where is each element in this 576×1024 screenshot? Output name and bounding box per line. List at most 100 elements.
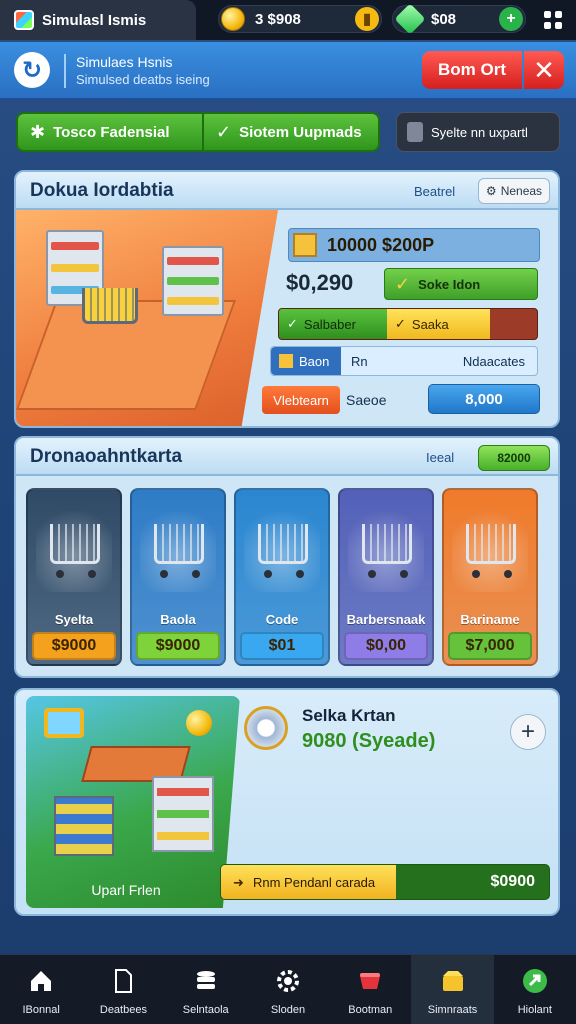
products-panel-header: Dronaoahntkarta Ieeal 82000	[16, 438, 558, 476]
products-badge[interactable]: 82000	[478, 445, 550, 471]
upgrade-panel: Uparl Frlen Selka Krtan 9080 (Syeade) + …	[14, 688, 560, 916]
filter-button[interactable]: ⚙ Neneas	[478, 178, 550, 204]
puzzle-icon: ✱	[30, 121, 46, 142]
sell-check-icon: ✓	[395, 273, 411, 294]
products-panel: Dronaoahntkarta Ieeal 82000 Syelta $9000…	[14, 436, 560, 678]
product-name: Code	[265, 612, 299, 627]
nav-home[interactable]: IBonnal	[0, 955, 82, 1024]
fadensial-button[interactable]: ✱ Tosco Fadensial	[18, 114, 202, 150]
nav-upgrade[interactable]: Hiolant	[494, 955, 576, 1024]
stats-right: Ndaacates	[462, 354, 525, 369]
uupmads-button[interactable]: ✓ Siotem Uupmads	[202, 114, 378, 150]
gem-value: $08	[431, 10, 457, 28]
nav-label: Sloden	[270, 1004, 306, 1016]
products-panel-link[interactable]: Ieeal	[426, 450, 454, 465]
app-tab[interactable]: Simulasl Ismis	[0, 0, 196, 40]
bottom-tag[interactable]: Vlebtearn	[262, 386, 340, 414]
stats-label: Baon	[299, 353, 330, 369]
boost-button[interactable]: Bom Ort	[422, 51, 522, 89]
upgrade-progress[interactable]: ➜ Rnm Pendanl carada $0900	[220, 864, 550, 900]
product-price[interactable]: $9000	[136, 632, 220, 660]
tv-icon	[44, 708, 84, 738]
upgrade-shelf	[152, 776, 214, 852]
export-icon	[407, 122, 423, 142]
upgrade-illustration: Uparl Frlen	[26, 696, 240, 908]
products-panel-title: Dronaoahntkarta	[30, 446, 183, 467]
nav-simulate[interactable]: Simnraats	[411, 955, 494, 1024]
store-panel: Dokua Iordabtia Beatrel ⚙ Neneas 10000 $…	[14, 170, 560, 428]
header-divider	[64, 54, 66, 88]
progress-green-segment: ✓ Salbaber	[279, 309, 387, 339]
arrow-up-icon	[522, 969, 547, 993]
nav-label: Simnraats	[427, 1004, 478, 1016]
progress-yellow-label: Saaka	[411, 316, 449, 332]
fadensial-label: Tosco Fadensial	[53, 123, 170, 141]
product-card[interactable]: Code $01	[234, 488, 330, 666]
bottom-value-button[interactable]: 8,000	[428, 384, 540, 414]
product-card[interactable]: Baola $9000	[130, 488, 226, 666]
action-button-group: ✱ Tosco Fadensial ✓ Siotem Uupmads	[16, 112, 380, 152]
add-gems-icon[interactable]: +	[499, 7, 523, 31]
close-icon: ✕	[533, 54, 555, 85]
progress-check-icon: ✓	[287, 316, 298, 331]
product-card[interactable]: Syelta $9000	[26, 488, 122, 666]
filter-label: Neneas	[500, 184, 543, 198]
coin-icon	[186, 710, 212, 736]
document-icon	[115, 969, 133, 993]
upgrade-title: Selka Krtan	[302, 706, 396, 725]
home-icon	[31, 971, 52, 991]
arrow-right-icon: ➜	[233, 875, 244, 890]
cart-full	[82, 288, 138, 324]
bottom-nav: IBonnal Deatbees Selntaola Sloden Bootma…	[0, 954, 576, 1024]
nav-label: Bootman	[348, 1004, 393, 1016]
nav-database[interactable]: Selntaola	[165, 955, 247, 1024]
store-panel-header: Dokua Iordabtia Beatrel ⚙ Neneas	[16, 172, 558, 210]
close-button[interactable]: ✕	[524, 51, 564, 89]
coin-counter[interactable]: 3 $908 ▮	[218, 5, 382, 33]
nav-label: Selntaola	[182, 1004, 229, 1016]
store-panel-link[interactable]: Beatrel	[414, 184, 455, 199]
uxpartl-button[interactable]: Syelte nn uxpartl	[396, 112, 560, 152]
box-icon	[442, 971, 463, 991]
plus-icon: +	[520, 718, 535, 745]
gem-icon	[360, 973, 381, 989]
product-price[interactable]: $7,000	[448, 632, 532, 660]
sell-button[interactable]: ✓ Soke Idon	[384, 268, 538, 300]
menu-grid-icon[interactable]	[544, 11, 562, 29]
product-name: Baola	[160, 612, 196, 627]
gem-counter[interactable]: $08 +	[392, 3, 526, 35]
shelf-right	[162, 246, 224, 316]
cart-icon	[36, 502, 112, 592]
app-name: Simulasl Ismis	[42, 11, 147, 29]
product-price[interactable]: $01	[240, 632, 324, 660]
product-price[interactable]: $0,00	[344, 632, 428, 660]
product-card[interactable]: Barbersnaak $0,00	[338, 488, 434, 666]
gear-icon	[276, 970, 299, 992]
upgrade-illus-label: Uparl Frlen	[91, 882, 161, 898]
filter-icon: ⚙	[485, 184, 497, 198]
upgrade-amount: 9080 (Syeade)	[302, 730, 436, 752]
database-icon	[196, 971, 215, 989]
sell-label: Soke Idon	[418, 276, 481, 292]
add-upgrade-button[interactable]: +	[510, 714, 546, 750]
product-name: Syelta	[54, 612, 94, 627]
store-illustration	[16, 210, 278, 426]
nav-boost[interactable]: Bootman	[329, 955, 411, 1024]
product-card[interactable]: Bariname $7,000	[442, 488, 538, 666]
progress-bar: ✓ Salbaber ✓ Saaka	[278, 308, 538, 340]
stats-row: Baon Rn Ndaacates	[270, 346, 538, 376]
uxpartl-label: Syelte nn uxpartl	[431, 124, 528, 140]
stats-icon	[279, 354, 293, 368]
add-coins-icon[interactable]: ▮	[355, 7, 379, 31]
produce-cart	[54, 796, 114, 856]
product-price[interactable]: $9000	[32, 632, 116, 660]
upgrade-progress-value: $0900	[490, 873, 536, 890]
check-icon: ✓	[216, 121, 232, 142]
nav-settings[interactable]: Sloden	[247, 955, 329, 1024]
page-header: ↻ Simulaes Hsnis Simulsed deatbs iseing …	[0, 42, 576, 100]
refresh-button[interactable]: ↻	[14, 52, 50, 88]
goal-bar: 10000 $200P	[288, 228, 540, 262]
coin-icon	[221, 7, 245, 31]
refresh-icon: ↻	[21, 56, 43, 84]
nav-documents[interactable]: Deatbees	[82, 955, 164, 1024]
